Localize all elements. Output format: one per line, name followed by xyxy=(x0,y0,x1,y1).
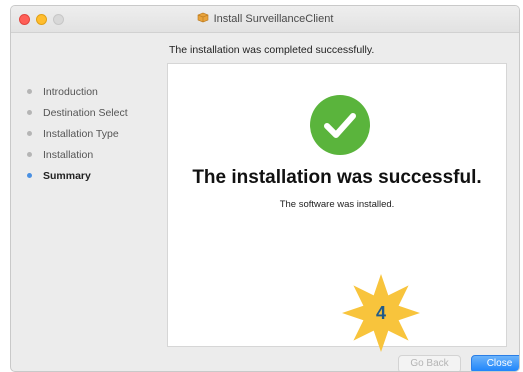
step-destination-select: Destination Select xyxy=(27,102,128,123)
step-summary: Summary xyxy=(27,165,128,186)
success-title: The installation was successful. xyxy=(192,167,482,188)
step-label: Installation xyxy=(43,148,94,161)
step-label: Destination Select xyxy=(43,106,128,119)
step-number-badge: 4 xyxy=(340,272,422,354)
window-title-wrap: Install SurveillanceClient xyxy=(11,12,519,25)
step-bullet-icon xyxy=(27,110,32,115)
step-introduction: Introduction xyxy=(27,81,128,102)
title-bar: Install SurveillanceClient xyxy=(11,6,519,33)
go-back-button[interactable]: Go Back xyxy=(398,355,461,371)
badge-number: 4 xyxy=(375,302,386,323)
step-label: Summary xyxy=(43,169,91,182)
step-label: Installation Type xyxy=(43,127,119,140)
installer-package-icon xyxy=(197,12,208,23)
window-title: Install SurveillanceClient xyxy=(213,13,334,25)
success-subtitle: The software was installed. xyxy=(279,199,395,210)
status-header: The installation was completed successfu… xyxy=(169,44,375,56)
step-bullet-icon xyxy=(27,131,32,136)
step-installation-type: Installation Type xyxy=(27,123,128,144)
checkmark-icon xyxy=(310,95,370,155)
step-bullet-icon xyxy=(27,89,32,94)
summary-panel: The installation was successful. The sof… xyxy=(167,63,507,347)
step-bullet-icon xyxy=(27,173,32,178)
step-installation: Installation xyxy=(27,144,128,165)
close-button[interactable]: Close xyxy=(471,355,519,371)
installer-window: Install SurveillanceClient The installat… xyxy=(10,5,520,372)
step-label: Introduction xyxy=(43,85,98,98)
step-bullet-icon xyxy=(27,152,32,157)
installer-steps-sidebar: Introduction Destination Select Installa… xyxy=(27,81,128,186)
